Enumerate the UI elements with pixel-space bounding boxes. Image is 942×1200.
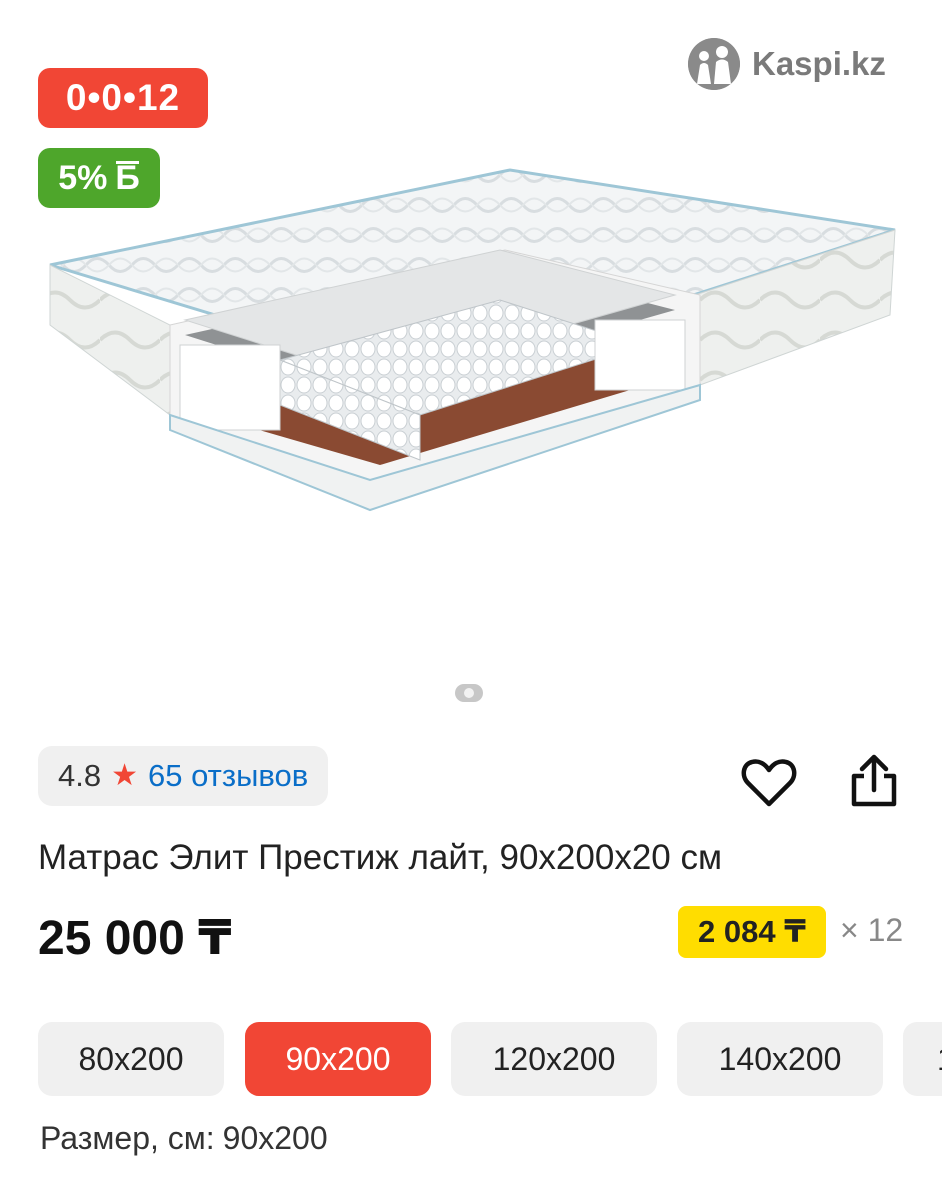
rating-value: 4.8 bbox=[58, 758, 102, 793]
brand: Kaspi.kz bbox=[688, 38, 886, 90]
size-option-120x200[interactable]: 120x200 bbox=[451, 1022, 657, 1096]
installment-badge: 0•0•12 bbox=[38, 68, 208, 128]
size-option-80x200[interactable]: 80x200 bbox=[38, 1022, 224, 1096]
rating-summary[interactable]: 4.8 ★ 65 отзывов bbox=[38, 746, 329, 806]
favorite-button[interactable] bbox=[738, 752, 800, 814]
share-icon bbox=[851, 754, 897, 807]
gallery-dot-active[interactable] bbox=[455, 684, 483, 702]
brand-name: Kaspi.kz bbox=[752, 45, 886, 82]
star-icon: ★ bbox=[111, 759, 139, 792]
product-price: 25 000 ₸ bbox=[38, 912, 232, 965]
product-title: Матрас Элит Престиж лайт, 90x200x20 см bbox=[38, 838, 723, 877]
size-option-140x200[interactable]: 140x200 bbox=[677, 1022, 883, 1096]
kaspi-logo-icon bbox=[688, 38, 740, 90]
installment-badge-label: 0•0•12 bbox=[65, 77, 181, 118]
product-gallery[interactable]: 0•0•12 5% Б Kaspi.kz bbox=[0, 0, 942, 720]
selected-size-caption: Размер, см: 90x200 bbox=[40, 1120, 328, 1157]
share-button[interactable] bbox=[842, 750, 906, 814]
size-option-label: 120x200 bbox=[492, 1040, 616, 1077]
gallery-pagination bbox=[455, 684, 483, 702]
monthly-payment-amount: 2 084 ₸ bbox=[698, 914, 806, 949]
size-option-partial[interactable]: 1 bbox=[903, 1022, 942, 1096]
size-option-label: 140x200 bbox=[718, 1040, 842, 1077]
monthly-payment-badge[interactable]: 2 084 ₸ bbox=[678, 906, 826, 958]
heart-icon bbox=[741, 759, 797, 807]
size-option-label: 1 bbox=[937, 1041, 942, 1078]
installment-months: × 12 bbox=[840, 912, 904, 948]
size-caption-label: Размер, см: bbox=[40, 1120, 215, 1156]
size-option-90x200[interactable]: 90x200 bbox=[245, 1022, 431, 1096]
size-option-label: 90x200 bbox=[285, 1040, 391, 1077]
reviews-link[interactable]: 65 отзывов bbox=[148, 758, 308, 794]
size-selector: 80x200 90x200 120x200 140x200 1 bbox=[38, 1022, 942, 1098]
size-option-label: 80x200 bbox=[78, 1040, 184, 1077]
product-image bbox=[49, 168, 896, 512]
size-caption-value: 90x200 bbox=[222, 1120, 328, 1156]
